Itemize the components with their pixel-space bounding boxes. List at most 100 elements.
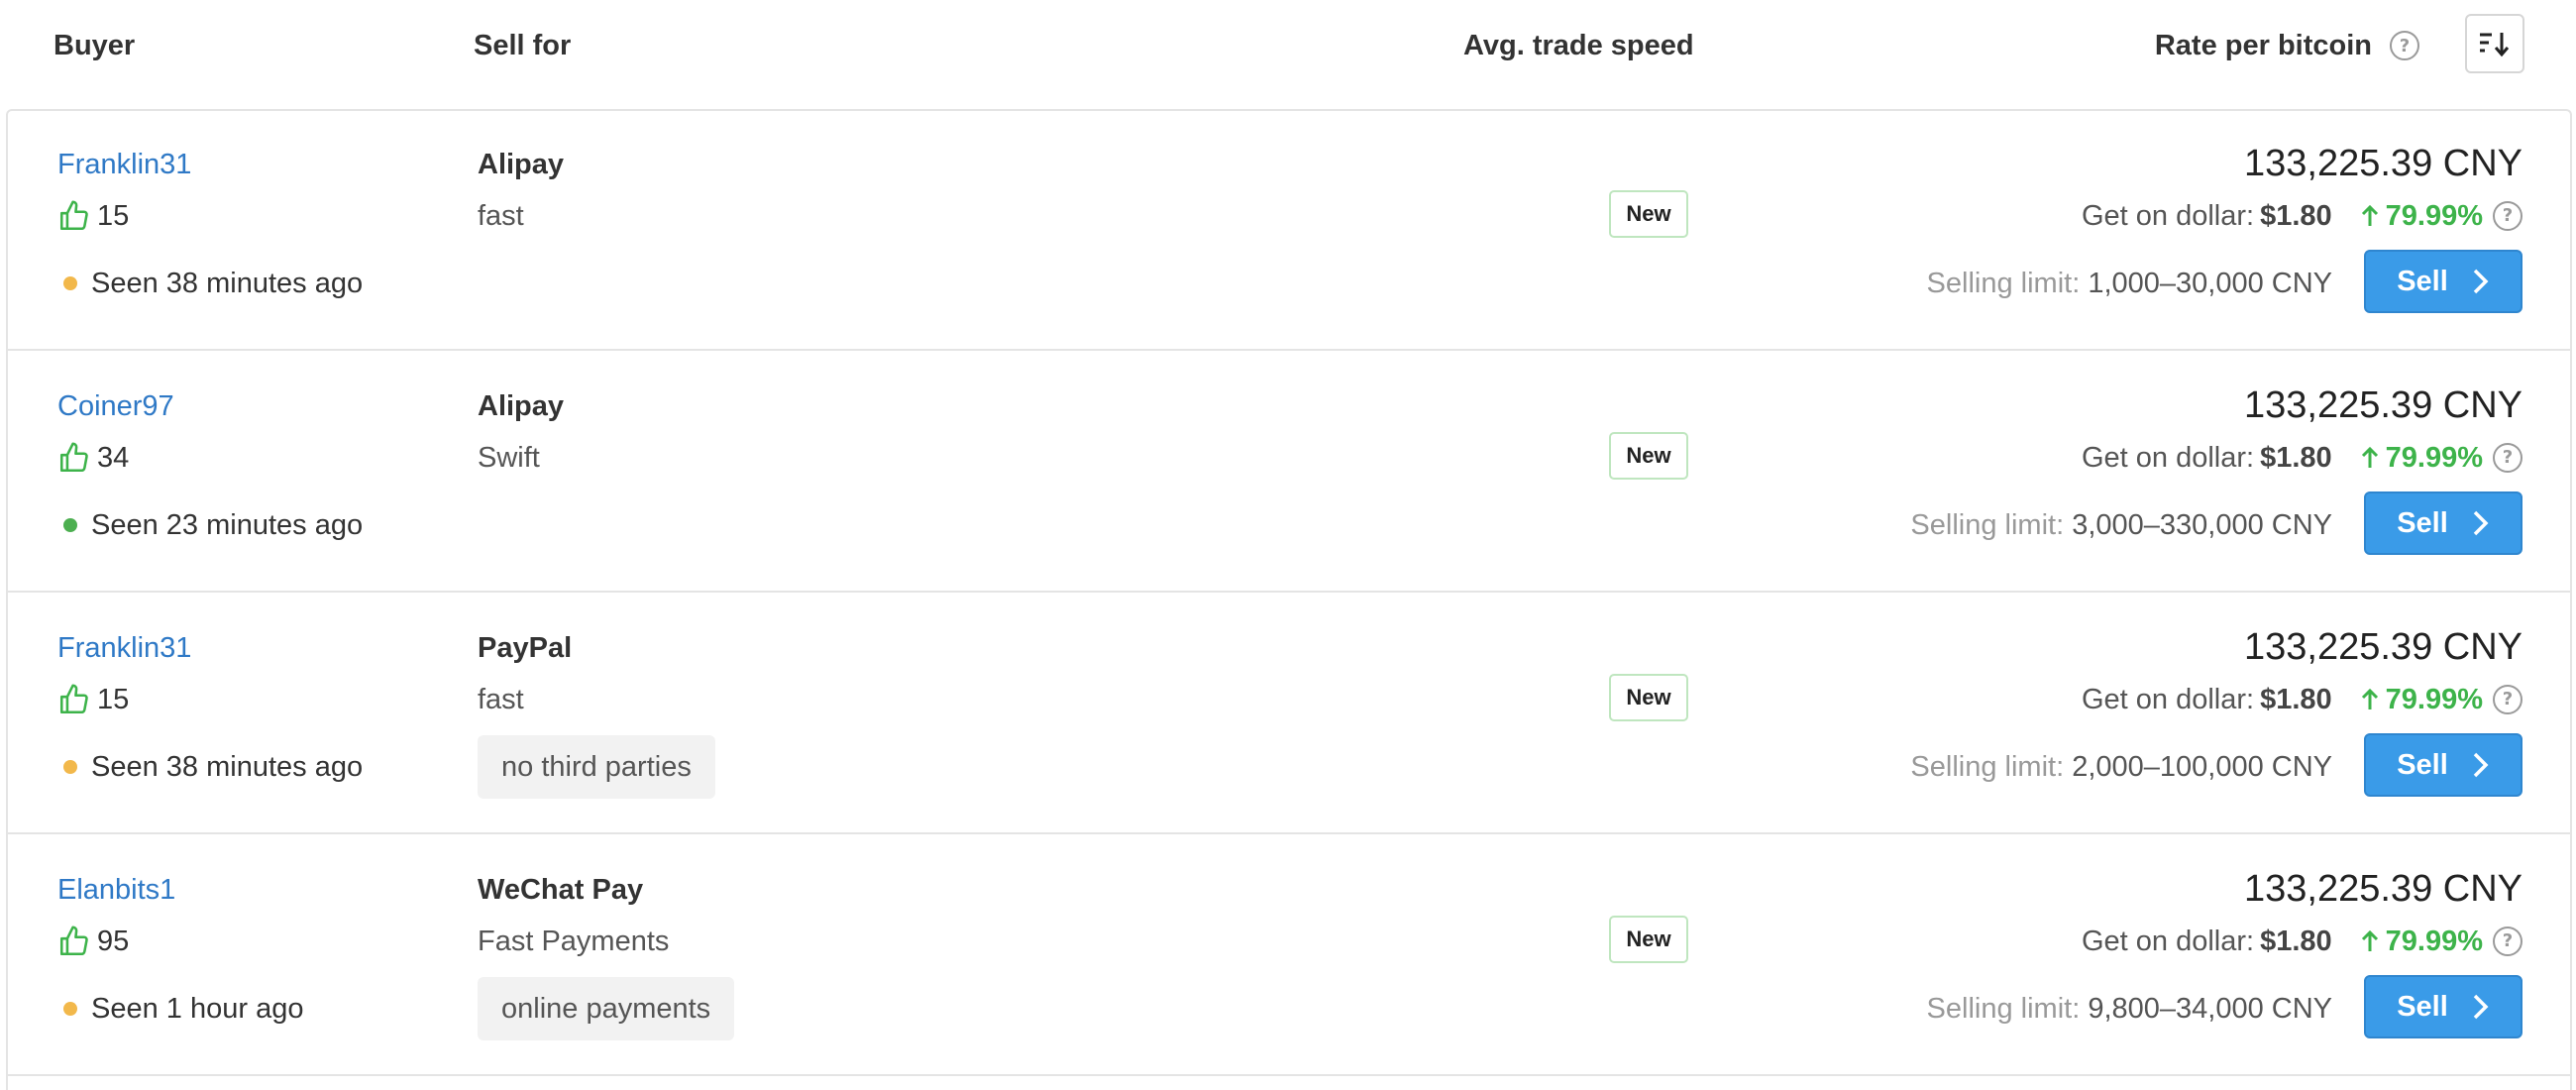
selling-limit: Selling limit: 3,000–330,000 CNY — [1910, 507, 2332, 543]
sell-button-label: Sell — [2397, 506, 2448, 539]
selling-limit-value: 2,000–100,000 CNY — [2072, 751, 2332, 783]
get-on-dollar-value: $1.80 — [2260, 200, 2332, 232]
last-seen-text: Seen 23 minutes ago — [91, 509, 364, 541]
chevron-right-icon — [2473, 510, 2489, 536]
feedback-score: 34 — [57, 440, 129, 476]
selling-limit-label: Selling limit: — [1926, 993, 2081, 1025]
trade-speed-badge: New — [1609, 190, 1688, 238]
offer-row: Coiner97 34 Seen 23 minutes ago Alipay S… — [8, 353, 2570, 593]
margin-value: 79.99% — [2385, 684, 2483, 715]
selling-limit: Selling limit: 9,800–34,000 CNY — [1927, 991, 2332, 1027]
rate-column-header: Rate per bitcoin ? — [2155, 28, 2419, 63]
selling-limit: Selling limit: 2,000–100,000 CNY — [1910, 749, 2332, 785]
last-seen: Seen 38 minutes ago — [57, 266, 363, 301]
rate-price: 133,225.39 CNY — [2244, 626, 2522, 668]
offer-description: fast — [478, 684, 524, 715]
selling-limit-label: Selling limit: — [1926, 268, 2081, 299]
rate-column-label: Rate per bitcoin — [2154, 30, 2372, 61]
get-on-dollar-value: $1.80 — [2260, 442, 2332, 474]
margin-value: 79.99% — [2385, 442, 2483, 474]
selling-limit-value: 9,800–34,000 CNY — [2088, 993, 2332, 1025]
last-seen: Seen 1 hour ago — [57, 991, 303, 1027]
status-dot — [63, 760, 77, 774]
rate-price: 133,225.39 CNY — [2244, 143, 2522, 184]
status-dot — [63, 276, 77, 290]
margin-percentage: 79.99% — [2360, 682, 2483, 717]
get-on-dollar: Get on dollar: $1.80 79.99% ? — [2082, 924, 2522, 959]
feedback-score: 95 — [57, 924, 129, 959]
offers-table: Franklin31 15 Seen 38 minutes ago Alipay… — [6, 109, 2572, 1090]
margin-help-icon[interactable]: ? — [2493, 443, 2522, 473]
get-on-dollar-label: Get on dollar: — [2081, 684, 2255, 715]
last-seen-text: Seen 1 hour ago — [91, 993, 304, 1025]
last-seen: Seen 23 minutes ago — [57, 507, 363, 543]
payment-method: Alipay — [478, 149, 565, 180]
margin-value: 79.99% — [2385, 926, 2483, 957]
feedback-count: 34 — [97, 442, 130, 474]
get-on-dollar: Get on dollar: $1.80 79.99% ? — [2082, 682, 2522, 717]
get-on-dollar-label: Get on dollar: — [2081, 442, 2255, 474]
margin-percentage: 79.99% — [2360, 924, 2483, 959]
status-dot — [63, 518, 77, 532]
offer-row: Franklin31 15 Seen 38 minutes ago PayPal… — [8, 595, 2570, 834]
selling-limit: Selling limit: 1,000–30,000 CNY — [1927, 266, 2332, 301]
payment-method: Alipay — [478, 390, 565, 422]
last-seen-text: Seen 38 minutes ago — [91, 751, 364, 783]
offer-row: Franklin31 15 Seen 38 minutes ago Alipay… — [8, 111, 2570, 351]
sell-for-column-header: Sell for — [474, 30, 572, 61]
arrow-up-icon — [2361, 929, 2378, 951]
margin-help-icon[interactable]: ? — [2493, 926, 2522, 956]
arrow-up-icon — [2361, 688, 2378, 709]
last-seen: Seen 38 minutes ago — [57, 749, 363, 785]
feedback-score: 15 — [57, 682, 129, 717]
get-on-dollar-label: Get on dollar: — [2081, 926, 2255, 957]
buyer-name-link[interactable]: Coiner97 — [57, 388, 174, 424]
status-dot — [63, 1002, 77, 1016]
rate-help-icon[interactable]: ? — [2390, 31, 2419, 60]
sell-button[interactable]: Sell — [2364, 491, 2522, 555]
buyer-name-link[interactable]: Franklin31 — [57, 630, 191, 666]
rate-price: 133,225.39 CNY — [2244, 868, 2522, 910]
offer-tag: online payments — [478, 977, 735, 1040]
thumbs-up-icon — [59, 442, 88, 473]
thumbs-up-icon — [59, 926, 88, 956]
buyer-column-header: Buyer — [54, 30, 136, 61]
chevron-right-icon — [2473, 269, 2489, 294]
offer-row: Elanbits1 95 Seen 1 hour ago WeChat Pay … — [8, 836, 2570, 1076]
sell-button[interactable]: Sell — [2364, 733, 2522, 797]
payment-method: WeChat Pay — [478, 874, 644, 906]
sell-button[interactable]: Sell — [2364, 975, 2522, 1038]
rate-price: 133,225.39 CNY — [2244, 384, 2522, 426]
get-on-dollar: Get on dollar: $1.80 79.99% ? — [2082, 198, 2522, 234]
offer-description: Swift — [478, 442, 540, 474]
feedback-count: 15 — [97, 200, 130, 232]
sell-button[interactable]: Sell — [2364, 250, 2522, 313]
sell-button-label: Sell — [2397, 748, 2448, 781]
sort-icon — [2480, 33, 2510, 57]
chevron-right-icon — [2473, 752, 2489, 778]
chevron-right-icon — [2473, 994, 2489, 1020]
selling-limit-label: Selling limit: — [1910, 751, 2065, 783]
thumbs-up-icon — [59, 684, 88, 714]
sort-button[interactable] — [2465, 14, 2524, 73]
arrow-up-icon — [2361, 204, 2378, 226]
payment-method: PayPal — [478, 632, 573, 664]
feedback-count: 15 — [97, 684, 130, 715]
margin-value: 79.99% — [2385, 200, 2483, 232]
trade-speed-badge: New — [1609, 432, 1688, 480]
margin-percentage: 79.99% — [2360, 440, 2483, 476]
margin-percentage: 79.99% — [2360, 198, 2483, 234]
get-on-dollar-label: Get on dollar: — [2081, 200, 2255, 232]
get-on-dollar-value: $1.80 — [2260, 926, 2332, 957]
margin-help-icon[interactable]: ? — [2493, 201, 2522, 231]
selling-limit-value: 3,000–330,000 CNY — [2072, 509, 2332, 541]
offer-description: fast — [478, 200, 524, 232]
buyer-name-link[interactable]: Franklin31 — [57, 147, 191, 182]
last-seen-text: Seen 38 minutes ago — [91, 268, 364, 299]
selling-limit-label: Selling limit: — [1910, 509, 2065, 541]
offer-description: Fast Payments — [478, 926, 670, 957]
feedback-count: 95 — [97, 926, 130, 957]
trade-speed-badge: New — [1609, 916, 1688, 963]
buyer-name-link[interactable]: Elanbits1 — [57, 872, 175, 908]
margin-help-icon[interactable]: ? — [2493, 685, 2522, 714]
